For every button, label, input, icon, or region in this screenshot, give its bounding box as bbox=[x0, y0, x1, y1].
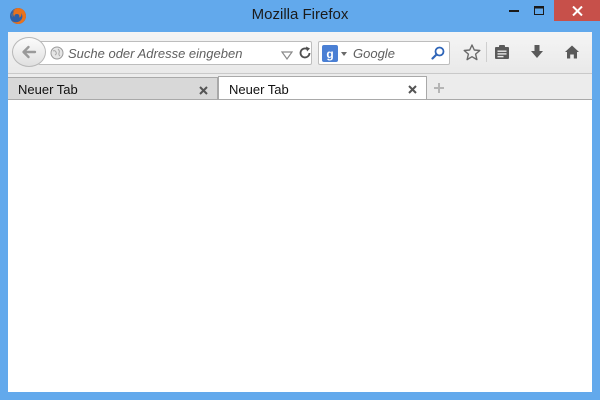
search-input[interactable] bbox=[353, 42, 425, 64]
download-arrow-icon bbox=[531, 45, 543, 58]
close-button[interactable] bbox=[554, 0, 600, 21]
tab-strip: Neuer Tab Neuer Tab bbox=[8, 74, 592, 101]
url-input[interactable] bbox=[68, 42, 268, 64]
maximize-icon bbox=[534, 6, 544, 15]
svg-text:g: g bbox=[326, 47, 333, 61]
magnifier-icon[interactable] bbox=[431, 46, 445, 60]
home-icon bbox=[565, 45, 579, 59]
maximize-button[interactable] bbox=[525, 0, 553, 21]
search-bar[interactable]: g bbox=[318, 41, 450, 65]
page-content[interactable] bbox=[8, 100, 592, 392]
close-icon bbox=[571, 5, 583, 16]
minimize-icon bbox=[509, 9, 519, 12]
title-bar[interactable]: Mozilla Firefox bbox=[0, 0, 600, 32]
bookmark-star-button[interactable] bbox=[461, 41, 483, 63]
google-logo-icon[interactable]: g bbox=[322, 45, 348, 62]
browser-window: Mozilla Firefox Suche oder Adresse einge… bbox=[0, 0, 600, 400]
home-button[interactable] bbox=[561, 41, 583, 63]
back-arrow-icon bbox=[22, 45, 37, 59]
reload-icon[interactable] bbox=[297, 45, 313, 61]
dropdown-triangle-icon[interactable] bbox=[280, 48, 294, 61]
url-bar[interactable] bbox=[38, 41, 312, 65]
toolbar-separator bbox=[486, 42, 487, 62]
window-border-right bbox=[592, 32, 600, 400]
bookmarks-menu-button[interactable] bbox=[491, 41, 513, 63]
window-border-left bbox=[0, 32, 8, 400]
clipboard-icon bbox=[495, 45, 509, 59]
tab-label: Neuer Tab bbox=[18, 82, 78, 97]
minimize-button[interactable] bbox=[500, 0, 528, 21]
back-button[interactable] bbox=[12, 37, 46, 67]
tab-close-icon[interactable] bbox=[198, 83, 209, 95]
tab-neuer-tab-1[interactable]: Neuer Tab bbox=[8, 77, 218, 100]
tab-label: Neuer Tab bbox=[229, 82, 289, 97]
tab-neuer-tab-2[interactable]: Neuer Tab bbox=[218, 76, 427, 101]
star-icon bbox=[463, 43, 481, 60]
tab-close-icon[interactable] bbox=[407, 82, 418, 94]
navigation-toolbar: g bbox=[8, 32, 592, 74]
downloads-button[interactable] bbox=[526, 41, 548, 63]
globe-icon[interactable] bbox=[50, 46, 64, 60]
window-border-bottom bbox=[0, 392, 600, 400]
plus-icon[interactable] bbox=[432, 81, 446, 95]
